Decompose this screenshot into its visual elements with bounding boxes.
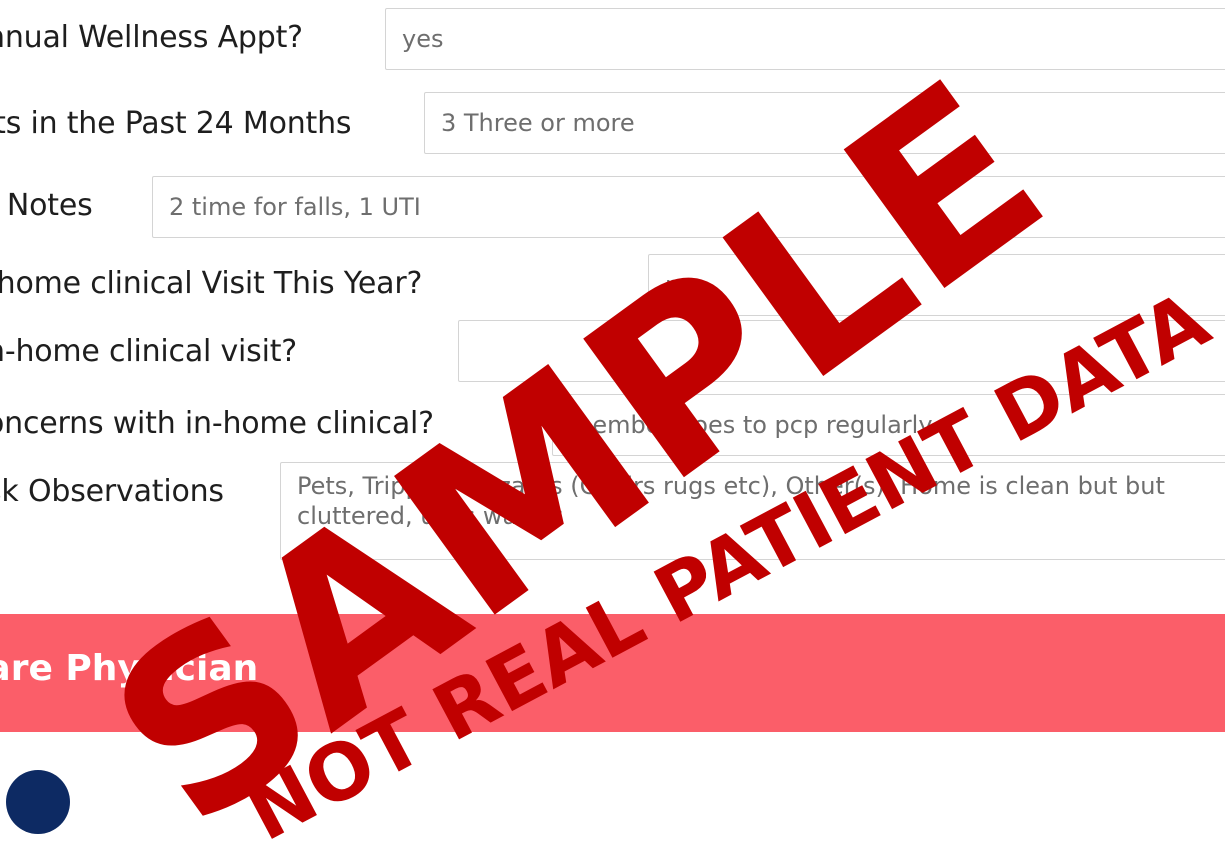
annual-wellness-field[interactable]: yes bbox=[385, 8, 1225, 70]
concerns-in-home-clinical-field[interactable]: member goes to pcp regularly bbox=[552, 394, 1225, 456]
risk-observations-label: sk Observations bbox=[0, 474, 224, 509]
in-home-visit-this-year-field[interactable]: no bbox=[648, 254, 1225, 316]
section-title: Care Physician bbox=[0, 648, 259, 689]
visit-notes-label: t Notes bbox=[0, 188, 93, 223]
form-row-in-home-clinical-visit: n-home clinical visit? bbox=[0, 320, 1225, 382]
concerns-in-home-clinical-label: oncerns with in-home clinical? bbox=[0, 406, 434, 441]
form-row-in-home-visit-this-year: -home clinical Visit This Year? no bbox=[0, 254, 1225, 316]
form-row-concerns-in-home-clinical: oncerns with in-home clinical? member go… bbox=[0, 394, 1225, 456]
in-home-visit-this-year-label: -home clinical Visit This Year? bbox=[0, 266, 423, 301]
form-row-visits-24-months: its in the Past 24 Months 3 Three or mor… bbox=[0, 92, 1225, 154]
visit-notes-field[interactable]: 2 time for falls, 1 UTI bbox=[152, 176, 1225, 238]
risk-observations-field[interactable]: Pets, Tripping Hazards (Chairs rugs etc)… bbox=[280, 462, 1225, 560]
visits-24-months-label: its in the Past 24 Months bbox=[0, 106, 352, 141]
annual-wellness-label: nnual Wellness Appt? bbox=[0, 20, 303, 55]
in-home-clinical-visit-label: n-home clinical visit? bbox=[0, 334, 298, 369]
form-row-visit-notes: t Notes 2 time for falls, 1 UTI bbox=[0, 176, 1225, 238]
form-row-annual-wellness: nnual Wellness Appt? yes bbox=[0, 8, 1225, 70]
avatar bbox=[6, 770, 70, 834]
in-home-clinical-visit-field[interactable] bbox=[458, 320, 1225, 382]
visits-24-months-field[interactable]: 3 Three or more bbox=[424, 92, 1225, 154]
form-row-risk-observations: sk Observations Pets, Tripping Hazards (… bbox=[0, 462, 1225, 560]
